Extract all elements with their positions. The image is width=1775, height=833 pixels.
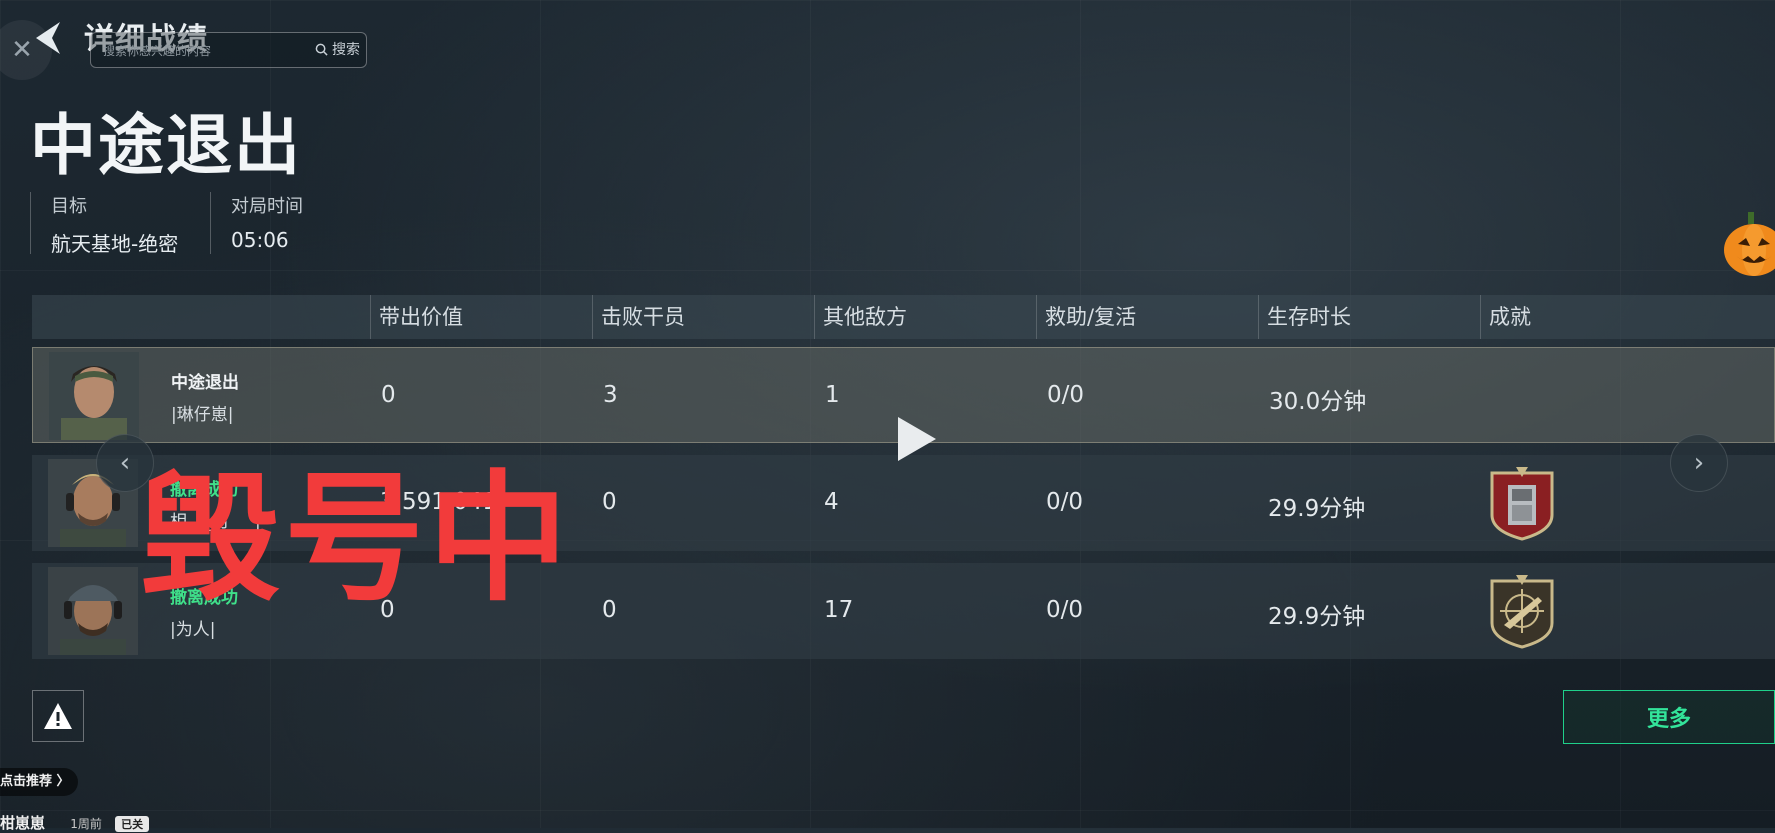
cell-assist: 0/0 [1046, 489, 1084, 515]
search-icon [315, 43, 328, 56]
cell-other: 4 [824, 489, 839, 515]
vault-medal-icon[interactable] [1486, 465, 1558, 541]
recommend-button[interactable]: 点击推荐 〉 [0, 768, 78, 796]
cell-survival: 29.9分钟 [1268, 604, 1366, 630]
post-time: 1周前 [70, 817, 102, 831]
cell-other: 1 [825, 382, 840, 408]
cell-assist: 0/0 [1046, 597, 1084, 623]
cell-survival: 30.0分钟 [1269, 389, 1367, 415]
player-status: 中途退出 [171, 373, 239, 393]
back-arrow-icon[interactable] [30, 18, 64, 58]
column-header-kills: 击败干员 [592, 295, 685, 339]
match-time-label: 对局时间 [231, 196, 303, 217]
cell-kills: 0 [602, 597, 617, 623]
table-header: 带出价值 击败干员 其他敌方 救助/复活 生存时长 成就 [32, 295, 1775, 339]
column-header-achievement: 成就 [1480, 295, 1531, 339]
column-header-value: 带出价值 [370, 295, 463, 339]
column-header-survival: 生存时长 [1258, 295, 1351, 339]
search-button-label: 搜索 [332, 42, 360, 58]
pumpkin-icon[interactable] [1722, 208, 1775, 280]
watermark-text: 毁号中 [140, 458, 573, 621]
rifle-medal-icon[interactable] [1486, 573, 1558, 649]
cell-assist: 0/0 [1047, 382, 1085, 408]
search-button[interactable]: 搜索 [315, 39, 360, 59]
more-button[interactable]: 更多 [1563, 690, 1775, 744]
search-box[interactable]: 搜索 [90, 32, 367, 68]
bottom-author-strip: 柑崽崽 1周前 已关 [0, 812, 150, 832]
cell-value: 0 [381, 382, 396, 408]
column-header-other-enemies: 其他敌方 [814, 295, 907, 339]
match-time-block: 对局时间 05:06 [210, 192, 303, 254]
player-name: |琳仔崽| [171, 405, 234, 425]
target-value: 航天基地-绝密 [51, 232, 179, 256]
target-block: 目标 航天基地-绝密 [30, 192, 179, 256]
result-heading: 中途退出 [30, 107, 302, 184]
avatar [49, 352, 139, 440]
chevron-left-icon: ‹ [119, 448, 131, 478]
report-button[interactable] [32, 690, 84, 742]
warning-icon [44, 703, 72, 729]
cell-kills: 0 [602, 489, 617, 515]
follow-tag[interactable]: 已关 [115, 816, 150, 832]
cell-kills: 3 [603, 382, 618, 408]
target-label: 目标 [51, 196, 87, 217]
match-time-value: 05:06 [231, 228, 289, 252]
column-header-assist: 救助/复活 [1036, 295, 1136, 339]
cell-survival: 29.9分钟 [1268, 496, 1366, 522]
avatar [48, 567, 138, 655]
chevron-right-icon: › [1693, 448, 1705, 478]
play-icon[interactable] [894, 414, 938, 464]
author-name: 柑崽崽 [0, 814, 46, 832]
cell-other: 17 [824, 597, 854, 623]
search-input[interactable] [101, 37, 295, 65]
next-arrow-button[interactable]: › [1670, 434, 1728, 492]
